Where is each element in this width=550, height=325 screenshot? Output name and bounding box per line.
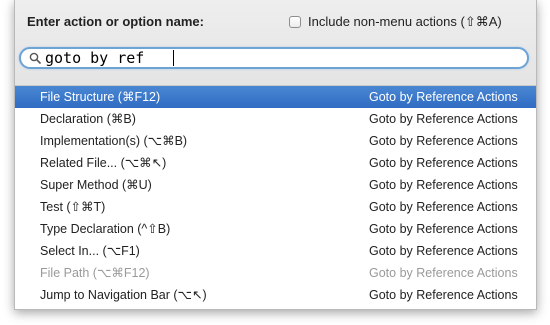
action-name: Select In... (⌥F1) <box>40 244 140 258</box>
action-name: Jump to Navigation Bar (⌥↖) <box>40 288 207 302</box>
search-icon <box>29 51 43 65</box>
action-name: Type Declaration (^⇧B) <box>40 222 171 236</box>
result-row[interactable]: Select In... (⌥F1) Goto by Reference Acti… <box>15 240 536 262</box>
action-group: Goto by Reference Actions <box>369 134 518 148</box>
action-name: Declaration (⌘B) <box>40 112 136 126</box>
result-row[interactable]: Type Declaration (^⇧B) Goto by Reference … <box>15 218 536 240</box>
search-input[interactable] <box>45 49 175 67</box>
results-list: File Structure (⌘F12) Goto by Reference A… <box>15 86 536 306</box>
action-group: Goto by Reference Actions <box>369 178 518 192</box>
checkbox-box[interactable] <box>289 16 301 28</box>
result-row[interactable]: Super Method (⌘U) Goto by Reference Actio… <box>15 174 536 196</box>
action-group: Goto by Reference Actions <box>369 288 518 302</box>
action-name: File Structure (⌘F12) <box>40 90 161 104</box>
result-row[interactable]: Related File... (⌥⌘↖) Goto by Reference A… <box>15 152 536 174</box>
result-row[interactable]: Test (⇧⌘T) Goto by Reference Actions <box>15 196 536 218</box>
action-name: Implementation(s) (⌥⌘B) <box>40 134 188 148</box>
action-group: Goto by Reference Actions <box>369 266 518 280</box>
action-group: Goto by Reference Actions <box>369 244 518 258</box>
action-group: Goto by Reference Actions <box>369 112 518 126</box>
include-non-menu-actions-checkbox[interactable]: Include non-menu actions (⇧⌘A) <box>289 13 502 31</box>
action-name: Test (⇧⌘T) <box>40 200 106 214</box>
result-row[interactable]: Jump to Navigation Bar (⌥↖) Goto by Refer… <box>15 284 536 306</box>
action-group: Goto by Reference Actions <box>369 200 518 214</box>
search-field[interactable] <box>19 47 529 69</box>
prompt-label: Enter action or option name: <box>27 14 204 29</box>
text-caret <box>173 50 174 66</box>
checkbox-label[interactable]: Include non-menu actions (⇧⌘A) <box>308 14 502 30</box>
action-name: File Path (⌥⌘F12) <box>40 266 150 280</box>
result-row[interactable]: File Structure (⌘F12) Goto by Reference A… <box>15 86 536 108</box>
find-action-popup: Enter action or option name: Include non… <box>14 0 537 310</box>
result-row[interactable]: Implementation(s) (⌥⌘B) Goto by Reference… <box>15 130 536 152</box>
action-group: Goto by Reference Actions <box>369 90 518 104</box>
action-group: Goto by Reference Actions <box>369 156 518 170</box>
action-name: Super Method (⌘U) <box>40 178 152 192</box>
result-row[interactable]: Declaration (⌘B) Goto by Reference Action… <box>15 108 536 130</box>
result-row[interactable]: File Path (⌥⌘F12) Goto by Reference Actio… <box>15 262 536 284</box>
action-name: Related File... (⌥⌘↖) <box>40 156 167 170</box>
popup-header: Enter action or option name: Include non… <box>15 0 536 86</box>
action-group: Goto by Reference Actions <box>369 222 518 236</box>
